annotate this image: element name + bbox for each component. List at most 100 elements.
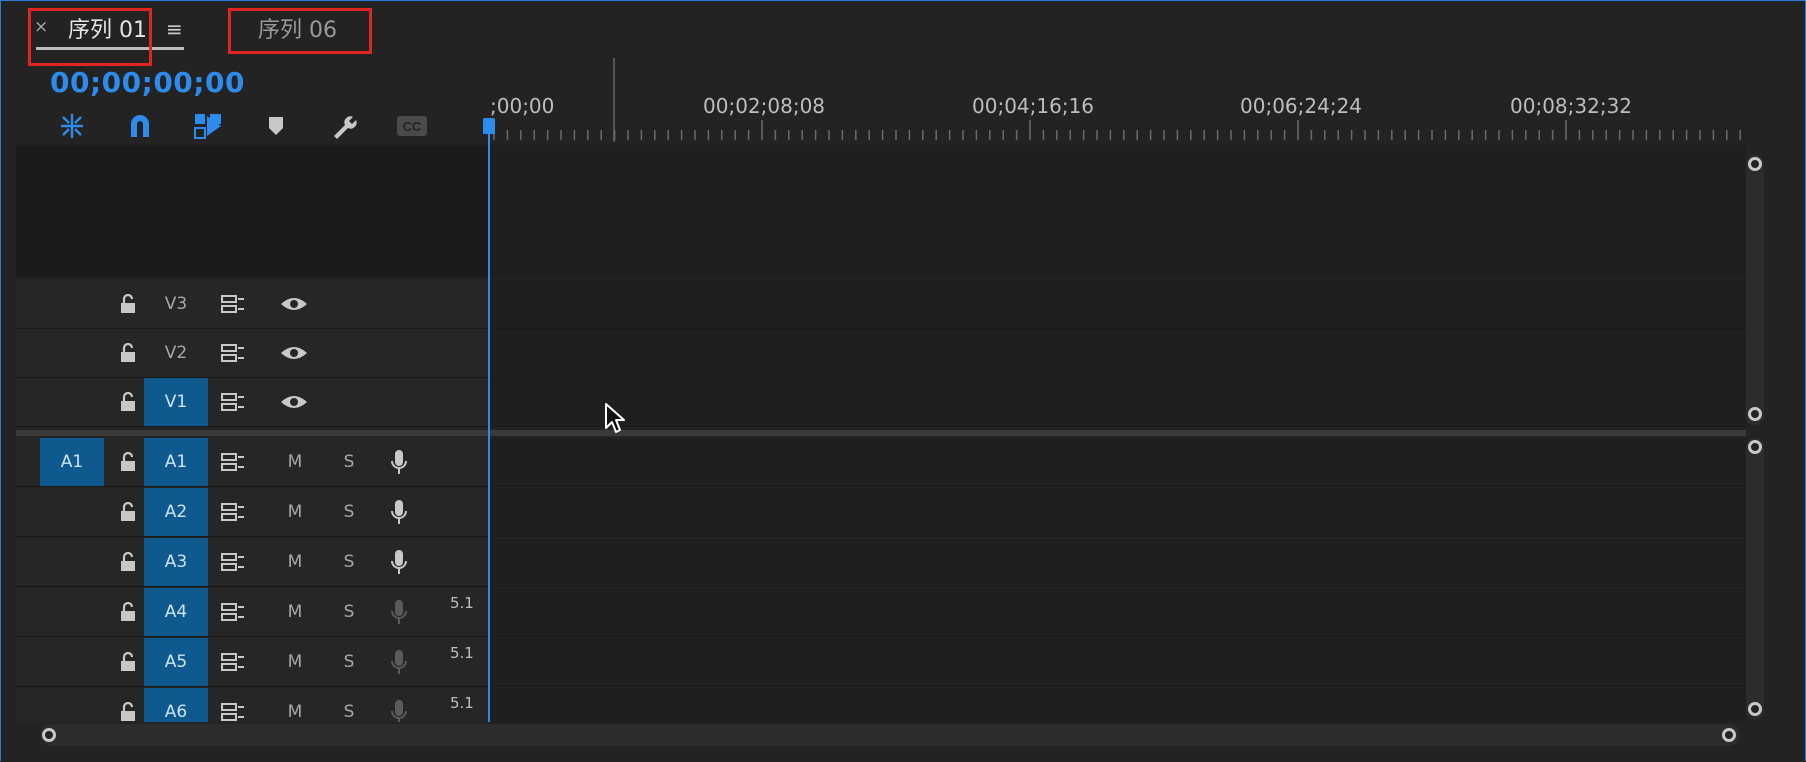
- playhead-line[interactable]: [488, 120, 490, 722]
- track-header-a6: A6 M S 5.1: [16, 688, 488, 722]
- sync-lock-icon[interactable]: [216, 688, 250, 722]
- lock-icon[interactable]: [114, 688, 142, 722]
- insert-overwrite-icon[interactable]: [54, 110, 90, 142]
- mute-button[interactable]: M: [280, 538, 310, 586]
- solo-button[interactable]: S: [334, 438, 364, 486]
- sync-lock-icon[interactable]: [216, 488, 250, 536]
- track-header-v3: V3: [16, 280, 488, 329]
- microphone-icon[interactable]: [384, 638, 414, 686]
- sync-lock-icon[interactable]: [216, 280, 250, 328]
- video-audio-divider[interactable]: [16, 430, 1746, 436]
- microphone-icon[interactable]: [384, 688, 414, 722]
- snap-magnet-icon[interactable]: [122, 110, 158, 142]
- video-vertical-scrollbar[interactable]: [1746, 155, 1764, 425]
- channel-label: [450, 492, 482, 514]
- track-row-v3: V3: [16, 280, 1746, 329]
- lock-icon[interactable]: [114, 488, 142, 536]
- lock-icon[interactable]: [114, 638, 142, 686]
- time-ruler[interactable]: ;00;00 00;02;08;08 00;04;16;16 00;06;24;…: [488, 90, 1750, 142]
- mute-button[interactable]: M: [280, 688, 310, 722]
- solo-button[interactable]: S: [334, 588, 364, 636]
- track-lane-a4[interactable]: [490, 588, 1746, 637]
- scroll-handle-bottom[interactable]: [1748, 702, 1762, 716]
- track-row-v1: V1: [16, 378, 1746, 427]
- panel-menu-icon[interactable]: ≡: [166, 17, 183, 41]
- ruler-ticks: [493, 120, 1741, 140]
- lock-icon[interactable]: [114, 538, 142, 586]
- cc-text: CC: [403, 119, 422, 134]
- channel-label: 5.1: [450, 694, 474, 712]
- mouse-cursor-icon: [605, 403, 625, 433]
- track-name-v2[interactable]: V2: [144, 329, 208, 377]
- eye-icon[interactable]: [274, 378, 314, 426]
- track-header-a2: A2 M S: [16, 488, 488, 537]
- track-header-a4: A4 M S 5.1: [16, 588, 488, 637]
- track-name-v3[interactable]: V3: [144, 280, 208, 328]
- horizontal-zoom-scrollbar[interactable]: [40, 724, 1740, 746]
- playhead-timecode[interactable]: 00;00;00;00: [50, 66, 245, 99]
- playhead-handle[interactable]: [483, 118, 495, 134]
- scroll-handle-top[interactable]: [1748, 157, 1762, 171]
- source-patch-a1[interactable]: A1: [40, 438, 104, 486]
- timeline-empty-area: [490, 145, 1746, 277]
- track-row-a6: A6 M S 5.1: [16, 688, 1746, 722]
- track-name-a4[interactable]: A4: [144, 588, 208, 636]
- microphone-icon[interactable]: [384, 438, 414, 486]
- audio-vertical-scrollbar[interactable]: [1746, 438, 1764, 720]
- track-row-a2: A2 M S: [16, 488, 1746, 537]
- microphone-icon[interactable]: [384, 538, 414, 586]
- track-row-a4: A4 M S 5.1: [16, 588, 1746, 637]
- mute-button[interactable]: M: [280, 488, 310, 536]
- sync-lock-icon[interactable]: [216, 588, 250, 636]
- track-header-v1: V1: [16, 378, 488, 427]
- highlight-box-inactive-tab: [228, 8, 372, 54]
- track-name-a5[interactable]: A5: [144, 638, 208, 686]
- add-marker-icon[interactable]: [258, 110, 294, 142]
- linked-selection-icon[interactable]: [190, 110, 226, 142]
- track-name-a2[interactable]: A2: [144, 488, 208, 536]
- scroll-handle-top[interactable]: [1748, 440, 1762, 454]
- solo-button[interactable]: S: [334, 538, 364, 586]
- track-header-v2: V2: [16, 329, 488, 378]
- track-lane-a3[interactable]: [490, 538, 1746, 587]
- channel-label: 5.1: [450, 594, 474, 612]
- scroll-handle-left[interactable]: [42, 728, 56, 742]
- track-lane-a5[interactable]: [490, 638, 1746, 687]
- track-name-v1[interactable]: V1: [144, 378, 208, 426]
- sync-lock-icon[interactable]: [216, 538, 250, 586]
- microphone-icon[interactable]: [384, 588, 414, 636]
- lock-icon[interactable]: [114, 280, 142, 328]
- track-lane-a1[interactable]: [490, 438, 1746, 487]
- captions-cc-icon[interactable]: CC: [394, 110, 430, 142]
- lock-icon[interactable]: [114, 329, 142, 377]
- sync-lock-icon[interactable]: [216, 329, 250, 377]
- track-name-a1[interactable]: A1: [144, 438, 208, 486]
- track-lane-v2[interactable]: [490, 329, 1746, 378]
- eye-icon[interactable]: [274, 329, 314, 377]
- lock-icon[interactable]: [114, 588, 142, 636]
- solo-button[interactable]: S: [334, 638, 364, 686]
- track-name-a6[interactable]: A6: [144, 688, 208, 722]
- solo-button[interactable]: S: [334, 688, 364, 722]
- channel-label: [450, 542, 482, 564]
- scroll-handle-bottom[interactable]: [1748, 407, 1762, 421]
- solo-button[interactable]: S: [334, 488, 364, 536]
- wrench-settings-icon[interactable]: [326, 110, 362, 142]
- track-lane-a2[interactable]: [490, 488, 1746, 537]
- eye-icon[interactable]: [274, 280, 314, 328]
- track-lane-v1[interactable]: [490, 378, 1746, 427]
- sync-lock-icon[interactable]: [216, 638, 250, 686]
- mute-button[interactable]: M: [280, 638, 310, 686]
- channel-label: [450, 442, 482, 464]
- mute-button[interactable]: M: [280, 588, 310, 636]
- lock-icon[interactable]: [114, 438, 142, 486]
- track-lane-a6[interactable]: [490, 688, 1746, 722]
- sync-lock-icon[interactable]: [216, 438, 250, 486]
- microphone-icon[interactable]: [384, 488, 414, 536]
- track-lane-v3[interactable]: [490, 280, 1746, 329]
- sync-lock-icon[interactable]: [216, 378, 250, 426]
- lock-icon[interactable]: [114, 378, 142, 426]
- track-name-a3[interactable]: A3: [144, 538, 208, 586]
- mute-button[interactable]: M: [280, 438, 310, 486]
- scroll-handle-right[interactable]: [1722, 728, 1736, 742]
